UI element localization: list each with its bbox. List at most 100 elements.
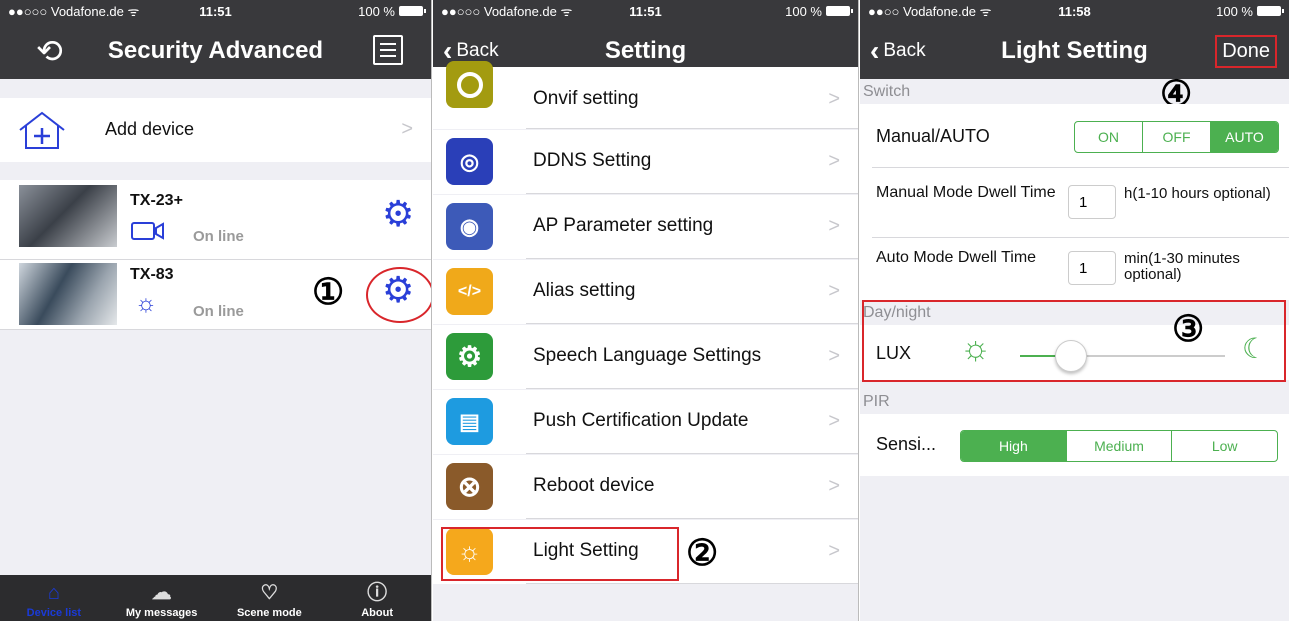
reboot-icon: ⊗ [446, 463, 493, 510]
add-home-icon [19, 111, 65, 149]
device-status: On line [193, 303, 244, 320]
status-bar: ●●○○○ Vodafone.de ᯤ 11:51 100 % [433, 0, 858, 22]
setting-label: Alias setting [533, 280, 636, 301]
add-device-row[interactable]: Add device > [0, 98, 431, 162]
page-title: Setting [604, 36, 687, 64]
home-icon: ⌂ [47, 582, 60, 604]
chevron-right-icon: > [401, 118, 413, 140]
setting-row-reboot[interactable]: ⊗ Reboot device > [433, 455, 858, 519]
tab-bar: ⌂ Device list ☁ My messages ♡ Scene mode ⓘ A… [0, 575, 431, 621]
sensitivity-segmented-control[interactable]: High Medium Low [960, 430, 1278, 462]
page-title: Light Setting [1001, 36, 1148, 64]
auto-dwell-input[interactable]: 1 [1068, 251, 1116, 285]
ap-parameter-icon: ◉ [446, 203, 493, 250]
step-3-annotation: ③ [1172, 308, 1205, 349]
manual-auto-row: Manual/AUTO ON OFF AUTO [860, 104, 1289, 168]
chevron-right-icon: > [828, 215, 840, 237]
camera-thumbnail[interactable] [19, 185, 117, 247]
tab-label: My messages [125, 607, 198, 619]
manual-dwell-input[interactable]: 1 [1068, 185, 1116, 219]
pir-row: Sensi... High Medium Low [860, 414, 1289, 476]
carrier-label: ●●○○○ Vodafone.de ᯤ [441, 4, 573, 19]
auto-dwell-hint: min(1-30 minutes optional) [1124, 250, 1240, 283]
status-bar: ●●○○○ Vodafone.de ᯤ 11:51 100 % [0, 0, 431, 22]
pir-header: PIR [863, 393, 890, 410]
step-1-annotation: ① [312, 271, 345, 312]
chevron-left-icon: ‹ [870, 35, 880, 66]
chevron-right-icon: > [828, 540, 840, 562]
tab-scene-mode[interactable]: ♡ Scene mode [216, 575, 324, 621]
sensitivity-low-option[interactable]: Low [1172, 431, 1277, 461]
status-bar: ●●○○ Vodafone.de ᯤ 11:58 100 % [860, 0, 1289, 22]
refresh-icon[interactable]: ⟲ [36, 32, 63, 70]
light-bulb-icon: ☼ [135, 290, 157, 317]
sensitivity-medium-option[interactable]: Medium [1067, 431, 1173, 461]
tab-device-list[interactable]: ⌂ Device list [0, 575, 108, 621]
mode-auto-option[interactable]: AUTO [1211, 122, 1278, 152]
gear-icon[interactable]: ⚙ [382, 272, 414, 308]
battery-icon [1257, 6, 1284, 16]
gear-icon: ⚙ [446, 333, 493, 380]
alias-icon: </> [446, 268, 493, 315]
manual-dwell-hint: h(1-10 hours optional) [1124, 185, 1271, 202]
mode-off-option[interactable]: OFF [1143, 122, 1211, 152]
chevron-right-icon: > [828, 475, 840, 497]
setting-row-speech-language[interactable]: ⚙ Speech Language Settings > [433, 325, 858, 389]
sensitivity-high-option[interactable]: High [961, 431, 1067, 461]
setting-row-onvif[interactable]: Onvif setting > [433, 61, 858, 129]
ddns-icon: ◎ [446, 138, 493, 185]
back-label: Back [456, 40, 499, 61]
clock: 11:58 [1058, 3, 1091, 19]
done-button[interactable]: Done [1215, 35, 1277, 68]
nav-bar: ⟲ Security Advanced [0, 22, 431, 79]
battery-percent: 100 % [785, 3, 822, 19]
carrier-label: ●●○○○ Vodafone.de ᯤ [8, 4, 140, 19]
gear-icon[interactable]: ⚙ [382, 196, 414, 232]
setting-row-ddns[interactable]: ◎ DDNS Setting > [433, 130, 858, 194]
setting-row-alias[interactable]: </> Alias setting > [433, 260, 858, 324]
page-title: Security Advanced [107, 36, 324, 64]
light-setting-screen: ●●○○ Vodafone.de ᯤ 11:58 100 % ‹ Back Lig… [860, 0, 1289, 621]
setting-row-ap-parameter[interactable]: ◉ AP Parameter setting > [433, 195, 858, 259]
battery-indicator: 100 % [1216, 4, 1284, 19]
battery-indicator: 100 % [785, 3, 853, 19]
setting-label: Onvif setting [533, 88, 639, 109]
certificate-icon: ▤ [446, 398, 493, 445]
manual-dwell-row: Manual Mode Dwell Time 1 h(1-10 hours op… [860, 168, 1289, 238]
tab-about[interactable]: ⓘ About [323, 575, 431, 621]
carrier-label: ●●○○ Vodafone.de ᯤ [868, 4, 992, 19]
onvif-icon [446, 61, 493, 108]
back-button[interactable]: ‹ Back [870, 37, 926, 65]
device-row[interactable]: TX-83 ☼ On line ① ⚙ [0, 260, 431, 330]
setting-screen: ●●○○○ Vodafone.de ᯤ 11:51 100 % ‹ Back Se… [433, 0, 859, 621]
setting-label: DDNS Setting [533, 150, 652, 171]
chevron-right-icon: > [828, 345, 840, 367]
manual-auto-label: Manual/AUTO [876, 126, 990, 146]
mode-segmented-control[interactable]: ON OFF AUTO [1074, 121, 1279, 153]
auto-dwell-row: Auto Mode Dwell Time 1 min(1-30 minutes … [860, 238, 1289, 300]
battery-percent: 100 % [358, 3, 395, 19]
highlight-box [862, 300, 1286, 382]
battery-icon [826, 6, 853, 16]
chevron-right-icon: > [828, 280, 840, 302]
device-name: TX-83 [130, 266, 174, 283]
device-list-screen: ●●○○○ Vodafone.de ᯤ 11:51 100 % ⟲ Securi… [0, 0, 432, 621]
mode-on-option[interactable]: ON [1075, 122, 1143, 152]
battery-icon [399, 6, 426, 16]
list-icon[interactable] [373, 35, 403, 65]
setting-row-push-certification[interactable]: ▤ Push Certification Update > [433, 390, 858, 454]
nav-bar: ‹ Back Light Setting Done [860, 22, 1289, 79]
camera-icon [131, 222, 164, 240]
camera-thumbnail[interactable] [19, 263, 117, 325]
device-row[interactable]: TX-23+ On line ⚙ [0, 180, 431, 260]
chevron-right-icon: > [828, 150, 840, 172]
heart-icon: ♡ [260, 582, 279, 604]
back-label: Back [883, 40, 926, 61]
setting-label: Reboot device [533, 475, 655, 496]
device-status: On line [193, 228, 244, 245]
setting-label: AP Parameter setting [533, 215, 714, 236]
tab-my-messages[interactable]: ☁ My messages [108, 575, 216, 621]
tab-label: Scene mode [236, 607, 302, 619]
clock: 11:51 [199, 3, 232, 19]
setting-label: Push Certification Update [533, 410, 749, 431]
